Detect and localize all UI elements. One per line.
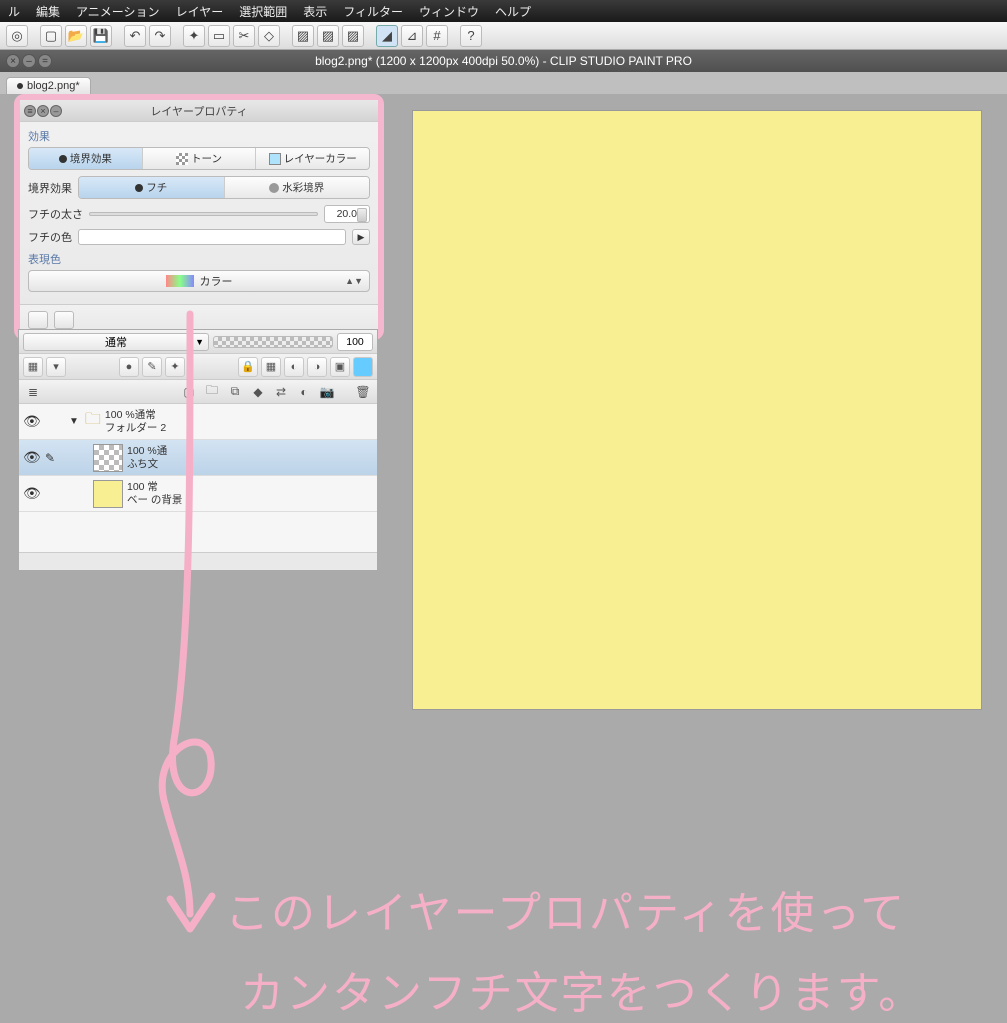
tool3-icon[interactable]: ✂ <box>233 25 255 47</box>
tool6-icon[interactable]: ▨ <box>317 25 339 47</box>
tool7-icon[interactable]: ▨ <box>342 25 364 47</box>
dot-icon <box>59 155 67 163</box>
menu-filter[interactable]: フィルター <box>343 3 403 20</box>
panel-collapse-icon[interactable]: – <box>50 105 62 117</box>
thickness-label: フチの太さ <box>28 206 83 222</box>
layer-thumb <box>93 480 123 508</box>
new-icon[interactable]: ▢ <box>40 25 62 47</box>
open-icon[interactable]: 📂 <box>65 25 87 47</box>
circle-icon <box>269 183 279 193</box>
snap1-icon[interactable]: ◢ <box>376 25 398 47</box>
annotation-arrow <box>120 314 320 954</box>
menu-selection[interactable]: 選択範囲 <box>239 3 287 20</box>
border-fuchi-button[interactable]: フチ <box>79 177 225 198</box>
checker-toggle-icon[interactable]: ▦ <box>23 357 43 377</box>
menu-help[interactable]: ヘルプ <box>495 3 531 20</box>
clipstudio-icon[interactable]: ◎ <box>6 25 28 47</box>
opacity-value[interactable]: 100 <box>337 333 373 351</box>
annotation-highlight-box: ≡ × – レイヤープロパティ 効果 境界効果 トーン レイヤーカラー 境界効果… <box>14 94 384 340</box>
menu-layer[interactable]: レイヤー <box>176 3 224 20</box>
dropdown-icon[interactable]: ▾ <box>46 357 66 377</box>
tool4-icon[interactable]: ◇ <box>258 25 280 47</box>
tool2-icon[interactable]: ▭ <box>208 25 230 47</box>
zoom-icon[interactable]: = <box>38 54 52 68</box>
edit-target-icon: ✎ <box>45 451 63 465</box>
snap2-icon[interactable]: ⊿ <box>401 25 423 47</box>
swatch-icon <box>269 153 281 165</box>
annotation-text-line1: このレイヤープロパティを使って <box>225 884 906 943</box>
border-color-label: フチの色 <box>28 229 72 245</box>
visibility-icon[interactable]: 👁 <box>23 485 41 502</box>
tool5-icon[interactable]: ▨ <box>292 25 314 47</box>
effect-tone-button[interactable]: トーン <box>143 148 257 169</box>
dot-icon <box>135 184 143 192</box>
help-icon[interactable]: ? <box>460 25 482 47</box>
border-watercolor-button[interactable]: 水彩境界 <box>225 177 370 198</box>
effect-tabs: 境界効果 トーン レイヤーカラー <box>28 147 370 170</box>
layer-thumb <box>93 444 123 472</box>
tab-label: blog2.png* <box>27 80 80 92</box>
close-icon[interactable]: × <box>6 54 20 68</box>
tool1-icon[interactable]: ✦ <box>183 25 205 47</box>
document-tab[interactable]: blog2.png* <box>6 77 91 94</box>
canvas[interactable] <box>412 110 982 710</box>
expression-combo[interactable]: カラー ▲▼ <box>28 270 370 292</box>
camera-icon[interactable]: 📷 <box>317 383 337 401</box>
effect-layercolor-button[interactable]: レイヤーカラー <box>256 148 369 169</box>
visibility-icon[interactable]: 👁 <box>23 449 41 466</box>
document-title: blog2.png* (1200 x 1200px 400dpi 50.0%) … <box>315 54 692 68</box>
color-label-icon[interactable] <box>353 357 373 377</box>
footer-btn1[interactable] <box>28 311 48 329</box>
thickness-spinner[interactable]: 20.0 <box>324 205 370 223</box>
footer-btn2[interactable] <box>54 311 74 329</box>
tab-bar: blog2.png* <box>0 72 1007 94</box>
grid-icon[interactable]: # <box>426 25 448 47</box>
effect-border-button[interactable]: 境界効果 <box>29 148 143 169</box>
panel-title: レイヤープロパティ <box>150 103 247 119</box>
minimize-icon[interactable]: – <box>22 54 36 68</box>
workspace: ≡ × – レイヤープロパティ 効果 境界効果 トーン レイヤーカラー 境界効果… <box>0 94 1007 1007</box>
updown-icon: ▲▼ <box>345 276 363 286</box>
modified-dot-icon <box>17 83 23 89</box>
fold-toggle-icon[interactable]: ▼ <box>67 416 81 427</box>
panel-close-icon[interactable]: × <box>37 105 49 117</box>
save-icon[interactable]: 💾 <box>90 25 112 47</box>
checker-icon <box>176 153 188 165</box>
main-toolbar: ◎ ▢ 📂 💾 ↶ ↷ ✦ ▭ ✂ ◇ ▨ ▨ ▨ ◢ ⊿ # ? <box>0 22 1007 50</box>
border-effect-label: 境界効果 <box>28 180 72 196</box>
menu-edit[interactable]: 編集 <box>36 3 60 20</box>
folder-icon: 🗀 <box>85 408 101 435</box>
panel-titlebar: ≡ × – レイヤープロパティ <box>20 100 378 122</box>
document-titlebar: × – = blog2.png* (1200 x 1200px 400dpi 5… <box>0 50 1007 72</box>
rgb-swatch-icon <box>166 275 194 287</box>
panel-menu-icon[interactable]: ≡ <box>24 105 36 117</box>
thickness-slider[interactable] <box>89 212 318 216</box>
menu-file[interactable]: ル <box>8 3 20 20</box>
menu-view[interactable]: 表示 <box>303 3 327 20</box>
stack-icon[interactable]: ≣ <box>23 383 43 401</box>
window-buttons: × – = <box>6 54 52 68</box>
layer-property-panel: ≡ × – レイヤープロパティ 効果 境界効果 トーン レイヤーカラー 境界効果… <box>20 100 378 334</box>
menu-window[interactable]: ウィンドウ <box>419 3 479 20</box>
color-picker-button[interactable]: ▶ <box>352 229 370 245</box>
redo-icon[interactable]: ↷ <box>149 25 171 47</box>
main-menubar: ル 編集 アニメーション レイヤー 選択範囲 表示 フィルター ウィンドウ ヘル… <box>0 0 1007 22</box>
visibility-icon[interactable]: 👁 <box>23 413 41 430</box>
menu-animation[interactable]: アニメーション <box>76 3 160 20</box>
trash-icon[interactable]: 🗑 <box>353 383 373 401</box>
annotation-text-line2: カンタンフチ文字をつくります。 <box>240 964 924 1023</box>
ref3-icon[interactable]: ▣ <box>330 357 350 377</box>
expression-label: 表現色 <box>28 251 370 267</box>
effect-section-label: 効果 <box>28 128 370 144</box>
border-color-field[interactable] <box>78 229 346 245</box>
undo-icon[interactable]: ↶ <box>124 25 146 47</box>
